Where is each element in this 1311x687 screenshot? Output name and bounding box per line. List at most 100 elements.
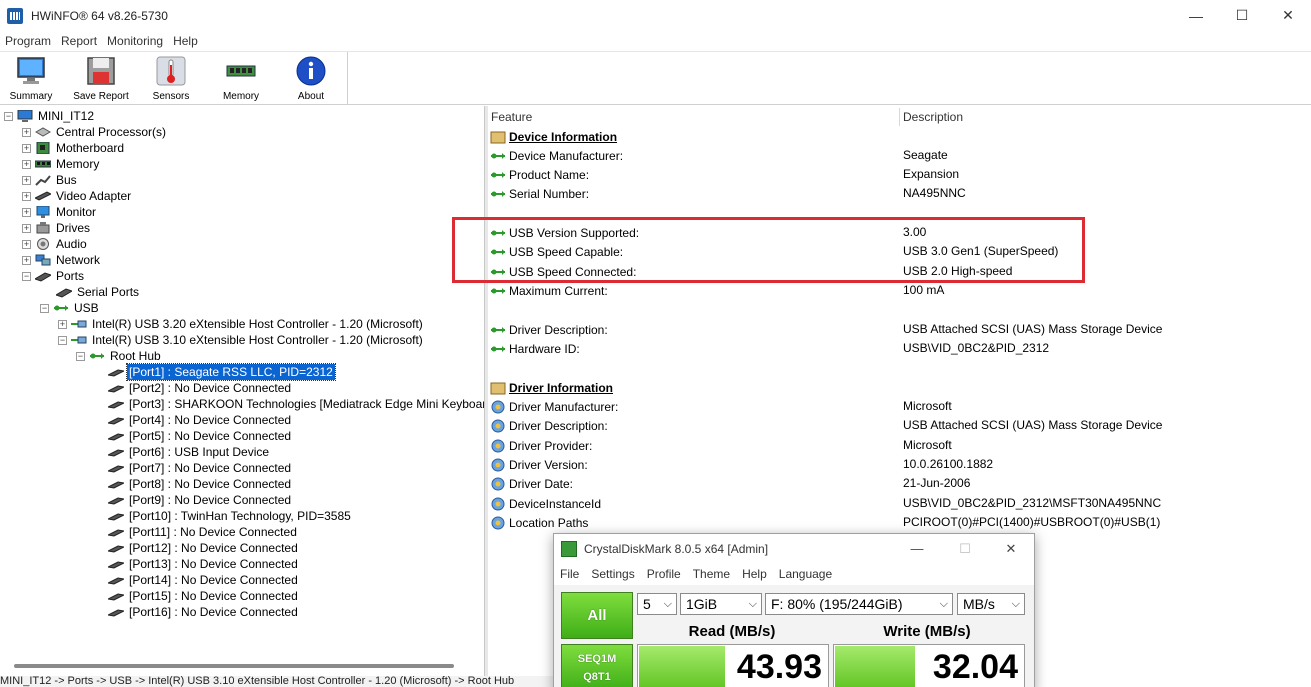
expand-icon[interactable]: + [22,223,31,233]
cdm-minimize-button[interactable]: — [894,534,940,563]
cdm-maximize-button[interactable]: ☐ [942,534,988,563]
tree-item-port7[interactable]: [Port7] : No Device Connected [108,460,293,476]
expand-icon[interactable]: + [22,159,31,169]
cdm-count-select[interactable]: 5 ⌵ [637,593,677,615]
menu-monitoring[interactable]: Monitoring [102,34,168,48]
tree-item-port4[interactable]: [Port4] : No Device Connected [108,412,293,428]
table-row[interactable]: Location Paths PCIROOT(0)#PCI(1400)#USBR… [488,513,1311,532]
cdm-menu-profile[interactable]: Profile [641,567,687,581]
tree-item-drives[interactable]: + Drives [22,220,92,236]
table-row[interactable]: Hardware ID: USB\VID_0BC2&PID_2312 [488,339,1311,358]
column-header-feature[interactable]: Feature [491,110,532,127]
tree-item-port1[interactable]: [Port1] : Seagate RSS LLC, PID=2312 [108,363,336,381]
cdm-menu-help[interactable]: Help [736,567,773,581]
tree-item-monitor[interactable]: + Monitor [22,204,98,220]
expand-icon[interactable]: + [22,191,31,201]
tree-item-port15[interactable]: [Port15] : No Device Connected [108,588,300,604]
sensors-button[interactable]: Sensors [140,55,202,103]
tree-item-audio[interactable]: + Audio [22,236,89,252]
tree-item-port8[interactable]: [Port8] : No Device Connected [108,476,293,492]
column-header-description[interactable]: Description [903,110,963,127]
tree-item-port2[interactable]: [Port2] : No Device Connected [108,380,293,396]
tree-item-bus[interactable]: + Bus [22,172,79,188]
collapse-icon[interactable]: − [76,351,85,361]
collapse-icon[interactable]: − [58,335,67,345]
table-row[interactable]: USB Speed Connected: USB 2.0 High-speed [488,262,1311,281]
table-row[interactable]: USB Version Supported: 3.00 [488,223,1311,242]
cdm-unit-select[interactable]: MB/s ⌵ [957,593,1025,615]
minimize-button[interactable]: — [1173,0,1219,31]
table-row[interactable]: Driver Description: USB Attached SCSI (U… [488,320,1311,339]
tree-item-port5[interactable]: [Port5] : No Device Connected [108,428,293,444]
tree-item-port6[interactable]: [Port6] : USB Input Device [108,444,271,460]
expand-icon[interactable]: + [22,239,31,249]
table-row[interactable]: Device Manufacturer: Seagate [488,146,1311,165]
tree-item-usb-controller-310[interactable]: − Intel(R) USB 3.10 eXtensible Host Cont… [58,332,425,348]
memory-button[interactable]: Memory [210,55,272,103]
cdm-size-select[interactable]: 1GiB ⌵ [680,593,762,615]
collapse-icon[interactable]: − [40,303,49,313]
tree-item-port13[interactable]: [Port13] : No Device Connected [108,556,300,572]
usb-icon [491,326,505,333]
table-row[interactable]: Serial Number: NA495NNC [488,184,1311,203]
expand-icon[interactable]: + [22,143,31,153]
expand-icon[interactable]: + [22,207,31,217]
tree-item-serial-ports[interactable]: Serial Ports [56,284,141,300]
table-row[interactable]: Driver Date: 21-Jun-2006 [488,474,1311,493]
cdm-menu-language[interactable]: Language [773,567,838,581]
cdm-run-all-button[interactable]: All [561,592,633,639]
expand-icon[interactable]: + [22,255,31,265]
cdm-seq1m-q8t1-button[interactable]: SEQ1M Q8T1 [561,644,633,687]
menu-help[interactable]: Help [168,34,203,48]
tree-horizontal-scrollbar[interactable] [14,664,454,668]
about-button[interactable]: About [280,55,342,103]
tree-item-port11[interactable]: [Port11] : No Device Connected [108,524,299,540]
menu-program[interactable]: Program [0,34,56,48]
cdm-menu-theme[interactable]: Theme [687,567,736,581]
expand-icon[interactable]: + [58,319,67,329]
table-row[interactable]: Product Name: Expansion [488,165,1311,184]
cdm-close-button[interactable]: ✕ [988,534,1034,563]
tree-item-port9[interactable]: [Port9] : No Device Connected [108,492,293,508]
tree-item-usb[interactable]: − USB [40,300,101,316]
menu-report[interactable]: Report [56,34,102,48]
collapse-icon[interactable]: − [22,271,31,281]
cdm-title-bar[interactable]: CrystalDiskMark 8.0.5 x64 [Admin] — ☐ ✕ [554,534,1034,563]
section-driver-information[interactable]: Driver Information [488,378,1311,397]
tree-item-port10[interactable]: [Port10] : TwinHan Technology, PID=3585 [108,508,353,524]
table-row[interactable]: DeviceInstanceId USB\VID_0BC2&PID_2312\M… [488,494,1311,513]
crystaldiskmark-window[interactable]: CrystalDiskMark 8.0.5 x64 [Admin] — ☐ ✕ … [553,533,1035,687]
tree-item-root-hub[interactable]: − Root Hub [76,348,163,364]
tree-item-port3[interactable]: [Port3] : SHARKOON Technologies [Mediatr… [108,396,484,412]
table-row[interactable]: Driver Provider: Microsoft [488,436,1311,455]
tree-item-port14[interactable]: [Port14] : No Device Connected [108,572,300,588]
save-report-button[interactable]: Save Report [70,55,132,103]
table-row[interactable]: USB Speed Capable: USB 3.0 Gen1 (SuperSp… [488,242,1311,261]
table-row[interactable]: Driver Version: 10.0.26100.1882 [488,455,1311,474]
maximize-button[interactable]: ☐ [1219,0,1265,31]
column-separator[interactable] [899,108,900,126]
tree-item-port16[interactable]: [Port16] : No Device Connected [108,604,300,620]
table-row[interactable]: Driver Manufacturer: Microsoft [488,397,1311,416]
tree-item-cpu[interactable]: + Central Processor(s) [22,124,168,140]
cdm-menu-settings[interactable]: Settings [585,567,640,581]
tree-item-ports[interactable]: − Ports [22,268,86,284]
device-tree[interactable]: − MINI_IT12 + Central Processor(s) + Mot… [0,106,484,666]
cdm-menu-file[interactable]: File [554,567,585,581]
tree-item-port12[interactable]: [Port12] : No Device Connected [108,540,300,556]
close-button[interactable]: ✕ [1265,0,1311,31]
tree-item-video-adapter[interactable]: + Video Adapter [22,188,133,204]
table-row[interactable]: Driver Description: USB Attached SCSI (U… [488,416,1311,435]
tree-item-memory[interactable]: + Memory [22,156,101,172]
collapse-icon[interactable]: − [4,111,13,121]
tree-item-network[interactable]: + Network [22,252,102,268]
summary-button[interactable]: Summary [0,55,62,103]
tree-item-motherboard[interactable]: + Motherboard [22,140,126,156]
table-row[interactable]: Maximum Current: 100 mA [488,281,1311,300]
tree-item-usb-controller-320[interactable]: + Intel(R) USB 3.20 eXtensible Host Cont… [58,316,425,332]
section-device-information[interactable]: Device Information [488,127,1311,146]
tree-item-root[interactable]: − MINI_IT12 [4,108,96,124]
expand-icon[interactable]: + [22,127,31,137]
expand-icon[interactable]: + [22,175,31,185]
cdm-drive-select[interactable]: F: 80% (195/244GiB) ⌵ [765,593,953,615]
